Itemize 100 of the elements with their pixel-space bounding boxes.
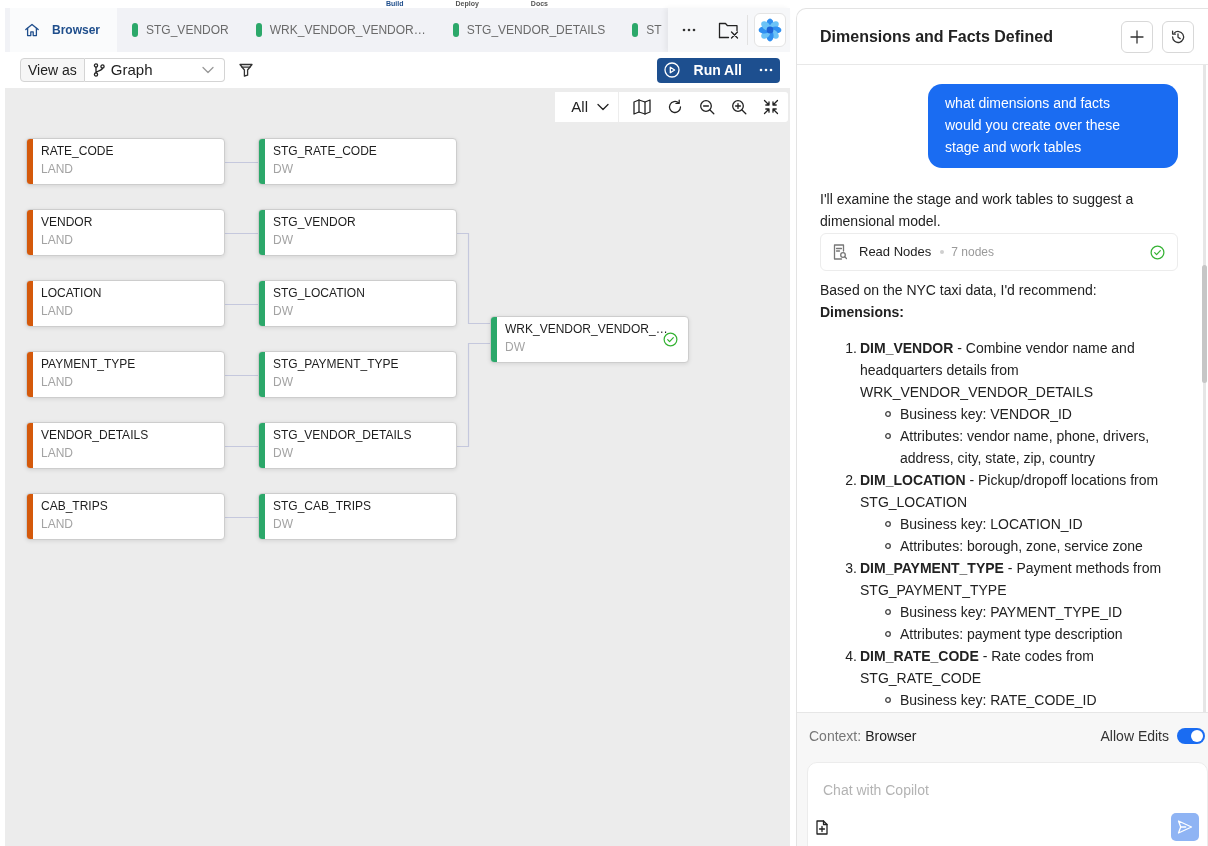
folder-close-icon[interactable] — [718, 20, 740, 40]
graph-node[interactable]: STG_VENDOR DW — [258, 209, 457, 256]
list-item-text: Business key: RATE_CODE_ID — [900, 691, 1097, 710]
graph-node[interactable]: WRK_VENDOR_VENDOR_… DW — [490, 315, 689, 363]
node-name: LOCATION — [41, 286, 103, 301]
map-icon[interactable] — [633, 99, 651, 115]
list-item-text: Attributes: vendor name, phone, drivers, address, city, state, zip, country — [900, 427, 1151, 468]
view-mode-select[interactable]: Graph — [84, 58, 225, 82]
refresh-icon[interactable] — [667, 99, 683, 115]
tool-detail: 7 nodes — [951, 244, 994, 261]
node-layer: DW — [273, 446, 294, 461]
node-layer: DW — [273, 233, 294, 248]
node-name: STG_LOCATION — [273, 286, 366, 301]
more-icon[interactable] — [682, 28, 696, 32]
list-item-text: Attributes: borough, zone, service zone — [900, 537, 1143, 556]
collapse-icon[interactable] — [763, 99, 779, 115]
tool-name: Read Nodes — [859, 243, 932, 262]
graph-node[interactable]: LOCATION LAND — [26, 280, 225, 327]
node-name: VENDOR — [41, 215, 94, 230]
bullet-icon — [885, 521, 891, 527]
connector-line — [224, 161, 259, 164]
zoom-out-icon[interactable] — [699, 99, 715, 115]
node-layer: LAND — [41, 162, 74, 177]
bullet-icon — [885, 609, 891, 615]
connector-line — [224, 516, 259, 519]
send-icon — [1177, 819, 1193, 835]
play-circle-icon — [663, 62, 680, 78]
section-heading: Dimensions: — [820, 303, 905, 322]
list-item-text: Business key: LOCATION_ID — [900, 515, 1083, 534]
node-name: RATE_CODE — [41, 144, 115, 159]
list-item-text: DIM_VENDOR - Combine vendor name and headquarters details from WRK_VENDOR_VENDOR_DETAILS — [860, 339, 1136, 402]
node-name: CAB_TRIPS — [41, 499, 109, 514]
graph-node[interactable]: RATE_CODE LAND — [26, 138, 225, 185]
panel-title: Dimensions and Facts Defined — [820, 26, 1053, 47]
user-message: what dimensions and facts would you create over these stage and work tables — [928, 84, 1178, 168]
bullet-icon — [885, 411, 891, 417]
branch-icon — [92, 63, 105, 77]
editor-tab[interactable]: Browser — [10, 8, 118, 52]
history-icon — [1170, 28, 1186, 45]
connector-line — [224, 445, 259, 448]
editor-tab[interactable]: WRK_VENDOR_VENDOR… — [240, 8, 438, 52]
node-name: STG_RATE_CODE — [273, 144, 378, 159]
list-item-text: Business key: PAYMENT_TYPE_ID — [900, 603, 1122, 622]
list-item-text: DIM_RATE_CODE - Rate codes from STG_RATE_CODE — [860, 647, 1095, 688]
node-layer: DW — [273, 162, 294, 177]
run-all-button[interactable]: Run All — [656, 57, 752, 83]
editor-tab[interactable]: STG_VENDOR_DETAILS — [437, 8, 618, 52]
list-number: 2. — [844, 471, 858, 490]
context-value: Browser — [865, 726, 917, 746]
graph-node[interactable]: VENDOR LAND — [26, 209, 225, 256]
editor-tab[interactable]: STG_VENDOR — [117, 8, 241, 52]
node-layer: DW — [273, 304, 294, 319]
node-name: STG_PAYMENT_TYPE — [273, 357, 400, 372]
graph-node[interactable]: PAYMENT_TYPE LAND — [26, 351, 225, 398]
document-search-icon — [833, 244, 847, 260]
node-layer: DW — [273, 375, 294, 390]
app-logo-icon[interactable] — [754, 13, 786, 47]
connector-line — [224, 303, 259, 306]
assistant-paragraph: I'll examine the stage and work tables to suggest a dimensional model. — [820, 190, 1135, 231]
graph-node[interactable]: VENDOR_DETAILS LAND — [26, 422, 225, 469]
separator-dot-icon — [940, 250, 945, 254]
graph-node[interactable]: STG_PAYMENT_TYPE DW — [258, 351, 457, 398]
graph-node[interactable]: STG_RATE_CODE DW — [258, 138, 457, 185]
node-name: STG_VENDOR — [273, 215, 357, 230]
chevron-down-icon — [597, 103, 609, 111]
bullet-icon — [885, 697, 891, 703]
new-chat-button[interactable] — [1121, 20, 1153, 53]
list-item-text: DIM_PAYMENT_TYPE - Payment methods from STG_PAYMENT_TYPE — [860, 559, 1163, 600]
allow-edits-switch[interactable] — [1177, 728, 1205, 744]
filter-icon[interactable] — [238, 63, 253, 77]
node-name: STG_CAB_TRIPS — [273, 499, 373, 514]
more-icon — [759, 68, 773, 72]
list-number: 1. — [844, 339, 858, 358]
connector-line — [224, 232, 259, 235]
node-name: STG_VENDOR_DETAILS — [273, 428, 413, 443]
bullet-icon — [885, 543, 891, 549]
bullet-icon — [885, 631, 891, 637]
attach-file-icon[interactable] — [816, 819, 828, 835]
graph-node[interactable]: CAB_TRIPS LAND — [26, 493, 225, 540]
zoom-in-icon[interactable] — [731, 99, 747, 115]
node-layer: DW — [505, 339, 526, 355]
chat-composer[interactable]: Chat with Copilot — [807, 762, 1208, 846]
node-layer: DW — [273, 517, 294, 532]
tool-call-card[interactable]: Read Nodes 7 nodes — [820, 233, 1178, 271]
history-button[interactable] — [1162, 20, 1194, 53]
chat-input[interactable]: Chat with Copilot — [816, 782, 1199, 812]
chevron-down-icon — [201, 66, 214, 74]
graph-node[interactable]: STG_CAB_TRIPS DW — [258, 493, 457, 540]
allow-edits-label: Allow Edits — [1100, 726, 1169, 746]
run-options-button[interactable] — [752, 57, 780, 83]
graph-node[interactable]: STG_LOCATION DW — [258, 280, 457, 327]
connector-line — [224, 374, 259, 377]
list-number: 3. — [844, 559, 858, 578]
layer-filter-select[interactable]: All — [555, 92, 619, 122]
home-icon — [24, 22, 40, 38]
scrollbar-thumb[interactable] — [1202, 265, 1207, 383]
plus-icon — [1129, 28, 1145, 45]
node-name: PAYMENT_TYPE — [41, 357, 137, 372]
graph-node[interactable]: STG_VENDOR_DETAILS DW — [258, 422, 457, 469]
node-layer: LAND — [41, 233, 74, 248]
